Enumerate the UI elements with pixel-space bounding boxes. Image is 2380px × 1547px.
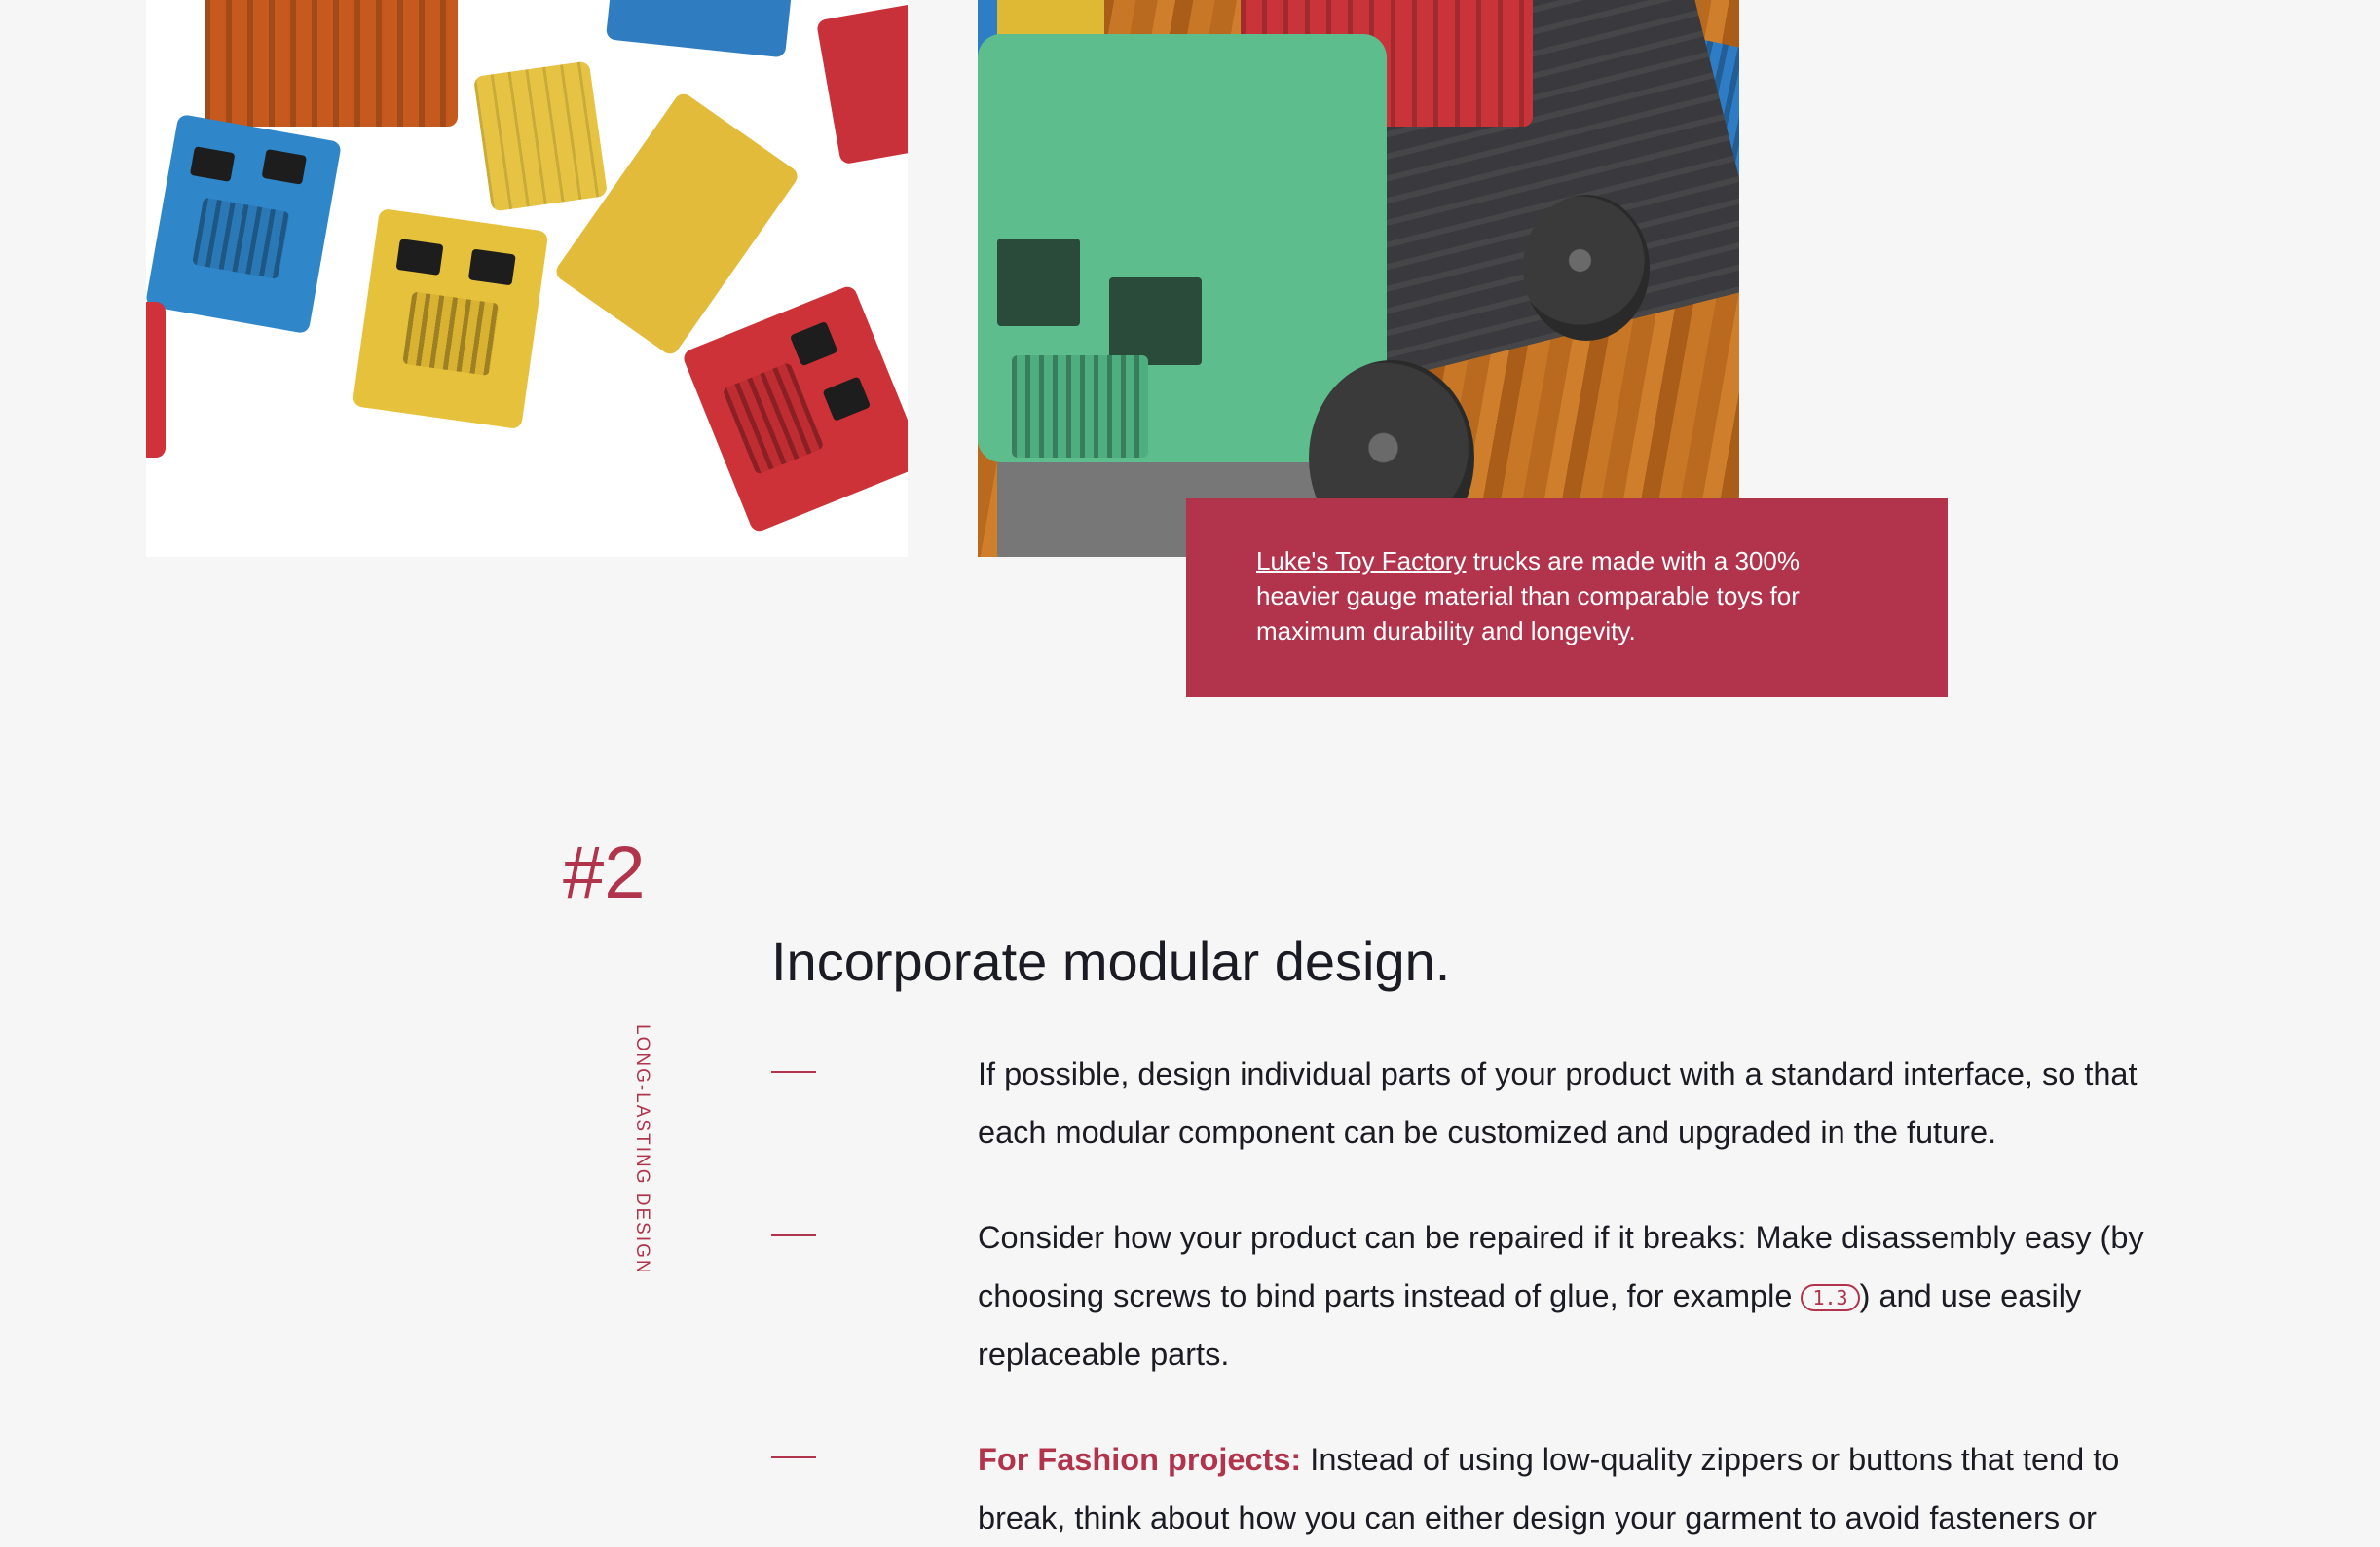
bullet-dash [771, 1456, 816, 1458]
section-title: Incorporate modular design. [771, 931, 1451, 992]
point-modular-interface: If possible, design individual parts of … [978, 1056, 2138, 1150]
point-repairability: Consider how your product can be repaire… [978, 1220, 2144, 1372]
orange-truck-bed [205, 0, 458, 127]
luke-toy-factory-link[interactable]: Luke's Toy Factory [1256, 546, 1466, 575]
bullet-dash [771, 1071, 816, 1073]
blue-cab [146, 113, 343, 335]
section-number: #2 [563, 831, 646, 914]
truck-wheel [1523, 195, 1650, 341]
bullet-dash [771, 1234, 816, 1236]
green-truck-photo [978, 0, 1739, 557]
photo-caption-box: Luke's Toy Factory trucks are made with … [1186, 498, 1948, 697]
caption-text: Luke's Toy Factory trucks are made with … [1256, 543, 1860, 648]
blue-piece [605, 0, 793, 58]
red-cab-corner [815, 0, 908, 166]
yellow-cab [352, 207, 549, 430]
yellow-board [472, 60, 609, 212]
section-category-tag: LONG-LASTING DESIGN [632, 1024, 652, 1275]
red-cab [681, 283, 908, 534]
red-piece-edge [146, 302, 166, 458]
toy-parts-photo [146, 0, 908, 557]
fashion-projects-label: For Fashion projects: [978, 1442, 1302, 1477]
point-fashion-projects: For Fashion projects: Instead of using l… [978, 1442, 2120, 1535]
reference-badge[interactable]: 1.3 [1801, 1284, 1860, 1312]
